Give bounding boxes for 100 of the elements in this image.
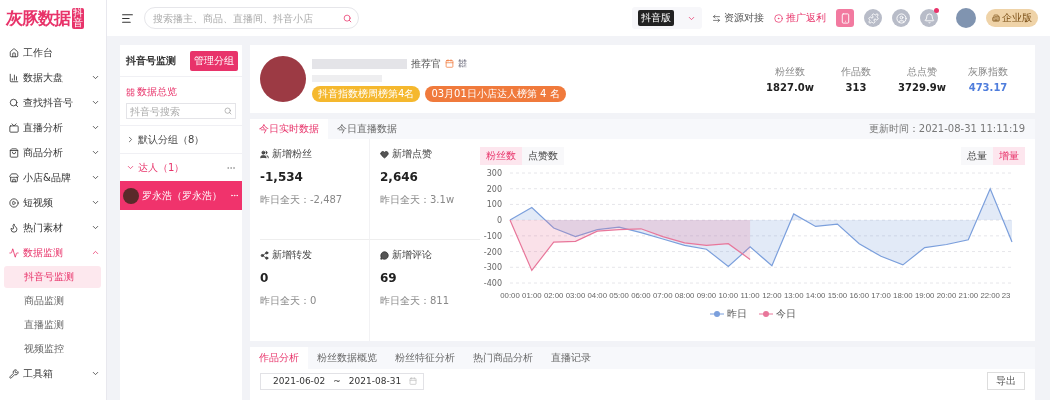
metric-value: -1,534 bbox=[260, 170, 304, 184]
legend-item[interactable]: 今日 bbox=[758, 307, 796, 321]
metric-yesterday: 昨日全天：0 bbox=[260, 294, 318, 308]
sidebar-subitem[interactable]: 抖音号监测 bbox=[4, 266, 101, 288]
sidebar-subitem[interactable]: 商品监测 bbox=[4, 290, 101, 312]
logo-tag: 抖音 bbox=[72, 7, 84, 29]
export-button[interactable]: 导出 bbox=[987, 372, 1025, 390]
y-tick-label: 0 bbox=[496, 216, 502, 226]
account-item[interactable]: 罗永浩（罗永浩） bbox=[120, 181, 242, 210]
sidebar-item[interactable]: 查找抖音号 bbox=[0, 90, 106, 115]
rank-badge: 03月01日小店达人榜第 4 名 bbox=[425, 85, 566, 102]
metric-value: 69 bbox=[380, 271, 398, 285]
metric-label: 新增转发 bbox=[272, 248, 312, 262]
bell-icon[interactable] bbox=[920, 9, 938, 27]
platform-tag: 抖音版 bbox=[638, 10, 674, 26]
search-icon[interactable] bbox=[343, 13, 352, 23]
sidebar-item[interactable]: 数据大盘 bbox=[0, 65, 106, 90]
tab[interactable]: 粉丝特征分析 bbox=[386, 347, 464, 369]
tab[interactable]: 作品分析 bbox=[250, 347, 308, 369]
tab[interactable]: 粉丝数据概览 bbox=[308, 347, 386, 369]
sidebar-item[interactable]: 数据监测 bbox=[0, 240, 106, 265]
phone-icon[interactable] bbox=[836, 9, 854, 27]
update-time: 更新时间：2021-08-31 11:11:19 bbox=[868, 122, 1025, 136]
y-tick-label: -300 bbox=[483, 263, 502, 273]
group-item[interactable]: 默认分组（8） bbox=[120, 125, 242, 153]
y-tick-label: 300 bbox=[486, 169, 502, 178]
role-label: 推荐官 bbox=[411, 56, 441, 71]
share-icon bbox=[260, 250, 269, 260]
overview-link[interactable]: 数据总览 bbox=[120, 77, 242, 103]
circle-dot-icon bbox=[774, 13, 783, 23]
metric-value: 2,646 bbox=[380, 170, 419, 184]
manage-group-button[interactable]: 管理分组 bbox=[190, 50, 238, 71]
metric-yesterday: 昨日全天：3.1w bbox=[380, 193, 456, 207]
users-icon bbox=[260, 149, 269, 159]
sidebar-subitem[interactable]: 视频监控 bbox=[4, 338, 101, 360]
stat-label: 灰豚指数 bbox=[968, 65, 1008, 79]
stat-label: 总点赞 bbox=[907, 65, 937, 79]
mode-toggle[interactable]: 总量 bbox=[961, 147, 993, 165]
chevron-down-icon bbox=[126, 163, 135, 172]
header-link[interactable]: 资源对接 bbox=[712, 11, 764, 25]
sidebar-item[interactable]: 小店&品牌 bbox=[0, 165, 106, 190]
stat-label: 作品数 bbox=[841, 65, 871, 79]
metric-yesterday: 昨日全天：-2,487 bbox=[260, 193, 344, 207]
heart-icon bbox=[380, 149, 389, 159]
y-tick-label: 100 bbox=[486, 200, 502, 210]
sidebar-item[interactable]: 商品分析 bbox=[0, 140, 106, 165]
stat-label: 粉丝数 bbox=[775, 65, 805, 79]
metric-toggle[interactable]: 点赞数 bbox=[522, 147, 564, 165]
account-search-input[interactable]: 抖音号搜索 bbox=[130, 105, 224, 117]
more-icon[interactable] bbox=[230, 191, 239, 200]
metric-label: 新增评论 bbox=[392, 248, 432, 262]
calendar-icon bbox=[409, 377, 418, 385]
tab[interactable]: 直播记录 bbox=[542, 347, 600, 369]
account-search-field[interactable]: 抖音号搜索 bbox=[126, 103, 236, 119]
stat-value: 3729.9w bbox=[898, 82, 946, 93]
y-tick-label: -100 bbox=[483, 231, 502, 241]
swap-icon bbox=[712, 13, 721, 23]
metric-toggle[interactable]: 粉丝数 bbox=[480, 147, 522, 165]
search-input[interactable]: 搜索播主、商品、直播间、抖音小店 bbox=[153, 12, 339, 24]
puzzle-icon[interactable] bbox=[864, 9, 882, 27]
platform-select[interactable]: 抖音版 bbox=[632, 7, 702, 29]
plan-badge: 企业版 bbox=[986, 9, 1038, 27]
rank-badge: 抖音指数榜周榜第4名 bbox=[312, 85, 421, 102]
metric-value: 0 bbox=[260, 271, 270, 285]
date-range-field[interactable]: 2021-06-02 ~ 2021-08-31 bbox=[260, 372, 425, 390]
tab[interactable]: 今日直播数据 bbox=[328, 119, 406, 139]
panel-title: 抖音号监测 bbox=[126, 53, 176, 68]
sidebar-subitem[interactable]: 直播监测 bbox=[4, 314, 101, 336]
tab[interactable]: 热门商品分析 bbox=[464, 347, 542, 369]
search-icon[interactable] bbox=[224, 107, 232, 115]
metric-yesterday: 昨日全天：811 bbox=[380, 294, 451, 308]
sidebar-item[interactable]: 热门素材 bbox=[0, 215, 106, 240]
sidebar-item[interactable]: 工具箱 bbox=[0, 361, 106, 386]
sidebar-item[interactable]: 工作台 bbox=[0, 40, 106, 65]
blurred-avatar bbox=[260, 56, 306, 102]
chevron-right-icon bbox=[126, 135, 135, 144]
metric-label: 新增粉丝 bbox=[272, 147, 312, 161]
logo[interactable]: 灰豚数据 bbox=[6, 6, 70, 30]
avatar[interactable] bbox=[956, 8, 976, 28]
stat-value: 313 bbox=[845, 82, 867, 93]
y-tick-label: 200 bbox=[486, 184, 502, 194]
sidebar-item[interactable]: 短视频 bbox=[0, 190, 106, 215]
y-tick-label: -200 bbox=[483, 247, 502, 257]
header-link[interactable]: 推广返利 bbox=[774, 11, 826, 25]
avatar bbox=[123, 187, 139, 204]
comment-icon bbox=[380, 250, 389, 260]
tab[interactable]: 今日实时数据 bbox=[250, 119, 328, 139]
legend-item[interactable]: 昨日 bbox=[709, 307, 747, 321]
legend-marker-icon bbox=[758, 311, 773, 317]
y-tick-label: -400 bbox=[483, 279, 502, 288]
metric-label: 新增点赞 bbox=[392, 147, 432, 161]
legend-marker-icon bbox=[709, 311, 724, 317]
stat-value: 473.17 bbox=[968, 82, 1008, 93]
mode-toggle[interactable]: 增量 bbox=[993, 147, 1025, 165]
sidebar-item[interactable]: 直播分析 bbox=[0, 115, 106, 140]
grid-icon bbox=[126, 87, 135, 97]
user-icon[interactable] bbox=[892, 9, 910, 27]
calendar-icon[interactable] bbox=[445, 59, 454, 68]
qr-code-icon[interactable] bbox=[458, 59, 467, 68]
stat-value: 1827.0w bbox=[766, 82, 814, 93]
